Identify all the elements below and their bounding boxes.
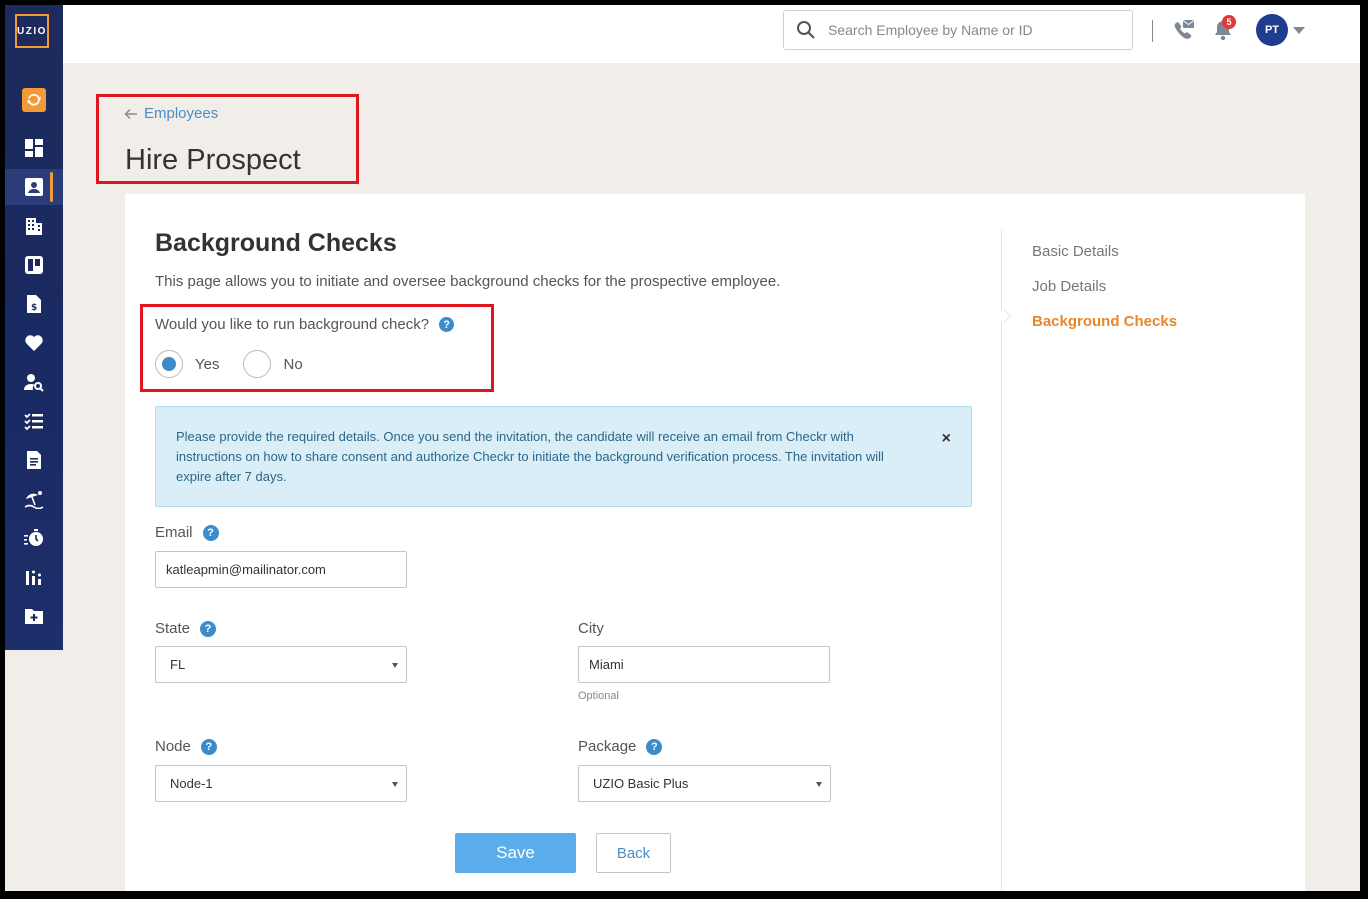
dashboard-icon — [25, 139, 43, 157]
beach-icon — [24, 491, 44, 509]
employee-search — [783, 10, 1133, 50]
notification-badge: 5 — [1222, 15, 1236, 29]
radio-no-label[interactable]: No — [283, 356, 302, 373]
section-description: This page allows you to initiate and ove… — [155, 273, 781, 290]
form-card: Background Checks This page allows you t… — [125, 194, 1305, 891]
close-icon[interactable]: × — [942, 429, 951, 449]
question-label: Would you like to run background check? — [155, 316, 430, 333]
state-select[interactable]: FL — [155, 646, 407, 683]
package-select-value: UZIO Basic Plus — [593, 776, 689, 791]
step-background-checks[interactable]: Background Checks — [1032, 313, 1177, 330]
sidebar-item-reports[interactable] — [5, 559, 63, 595]
user-search-icon — [24, 374, 44, 392]
info-alert-text: Please provide the required details. Onc… — [176, 429, 884, 484]
bar-chart-icon — [26, 570, 41, 585]
sidebar-item-checklist[interactable] — [5, 403, 63, 439]
background-check-radio-group: Yes No — [155, 350, 303, 378]
info-alert: Please provide the required details. Onc… — [155, 406, 972, 507]
email-label-text: Email — [155, 524, 193, 541]
page-title: Hire Prospect — [125, 144, 301, 176]
steps-divider — [1001, 229, 1002, 891]
sidebar-item-documents[interactable] — [5, 442, 63, 478]
sidebar-item-time-off[interactable] — [5, 481, 63, 517]
employee-card-icon — [25, 178, 43, 196]
building-icon — [26, 218, 42, 235]
heart-icon — [25, 335, 43, 351]
sidebar-item-company[interactable] — [5, 208, 63, 244]
back-link-label: Employees — [144, 105, 219, 122]
email-label: Email ? — [155, 524, 219, 541]
sidebar-item-boards[interactable] — [5, 247, 63, 283]
help-icon[interactable]: ? — [202, 524, 219, 541]
help-icon[interactable]: ? — [200, 738, 217, 755]
stopwatch-icon — [24, 529, 43, 546]
board-icon — [25, 256, 43, 274]
package-label-text: Package — [578, 738, 637, 755]
node-label-text: Node — [155, 738, 191, 755]
save-button[interactable]: Save — [455, 833, 576, 873]
background-check-question: Would you like to run background check? … — [155, 316, 455, 333]
header-divider — [1152, 20, 1153, 42]
state-label-text: State — [155, 620, 191, 637]
help-icon[interactable]: ? — [200, 620, 217, 637]
help-icon[interactable]: ? — [439, 317, 455, 332]
checklist-icon — [24, 413, 43, 431]
back-button[interactable]: Back — [596, 833, 671, 873]
radio-yes[interactable] — [155, 350, 183, 378]
city-label-text: City — [578, 620, 604, 637]
package-label: Package ? — [578, 738, 663, 755]
city-optional-hint: Optional — [578, 690, 619, 702]
sidebar-item-hiring[interactable] — [5, 364, 63, 400]
avatar[interactable]: PT — [1256, 14, 1288, 46]
node-select-value: Node-1 — [170, 776, 213, 791]
city-field[interactable]: Miami — [578, 646, 830, 683]
help-icon[interactable]: ? — [646, 738, 663, 755]
node-select[interactable]: Node-1 — [155, 765, 407, 802]
search-input[interactable] — [828, 22, 1118, 38]
back-to-employees-link[interactable]: Employees — [124, 105, 218, 122]
step-basic-details[interactable]: Basic Details — [1032, 243, 1119, 260]
chevron-down-icon[interactable] — [1293, 27, 1305, 34]
sidebar-item-employees[interactable] — [5, 169, 63, 205]
radio-no[interactable] — [243, 350, 272, 378]
phone-mail-icon — [1174, 20, 1195, 39]
uzio-logo[interactable]: UZIO — [15, 14, 49, 48]
messages-button[interactable] — [1171, 17, 1197, 43]
step-job-details[interactable]: Job Details — [1032, 278, 1106, 295]
app-window: UZIO $ Search Employee by Name or ID 5 P… — [5, 5, 1360, 891]
svg-text:$: $ — [31, 303, 37, 313]
folder-plus-icon — [25, 609, 43, 624]
section-title: Background Checks — [155, 229, 397, 257]
email-field[interactable]: katleapmin@mailinator.com — [155, 551, 407, 588]
state-select-value: FL — [170, 657, 186, 672]
search-icon — [797, 21, 815, 39]
state-label: State ? — [155, 620, 217, 637]
sidebar-item-time-tracking[interactable] — [5, 520, 63, 556]
document-icon — [27, 451, 41, 469]
sidebar-item-payroll[interactable]: $ — [5, 286, 63, 322]
radio-selected-dot — [162, 357, 176, 371]
sidebar-item-add-folder[interactable] — [5, 598, 63, 634]
sidebar-item-sync[interactable] — [5, 82, 63, 118]
package-select[interactable]: UZIO Basic Plus — [578, 765, 831, 802]
sidebar: UZIO $ — [5, 5, 63, 650]
sidebar-item-benefits[interactable] — [5, 325, 63, 361]
arrow-left-icon — [124, 108, 137, 119]
top-header: 5 PT — [63, 5, 1360, 63]
active-step-pointer — [996, 308, 1012, 324]
radio-yes-label[interactable]: Yes — [195, 356, 219, 373]
sync-icon — [22, 88, 46, 112]
city-label: City — [578, 620, 604, 637]
node-label: Node ? — [155, 738, 217, 755]
invoice-dollar-icon: $ — [27, 295, 41, 313]
sidebar-item-dashboard[interactable] — [5, 130, 63, 166]
